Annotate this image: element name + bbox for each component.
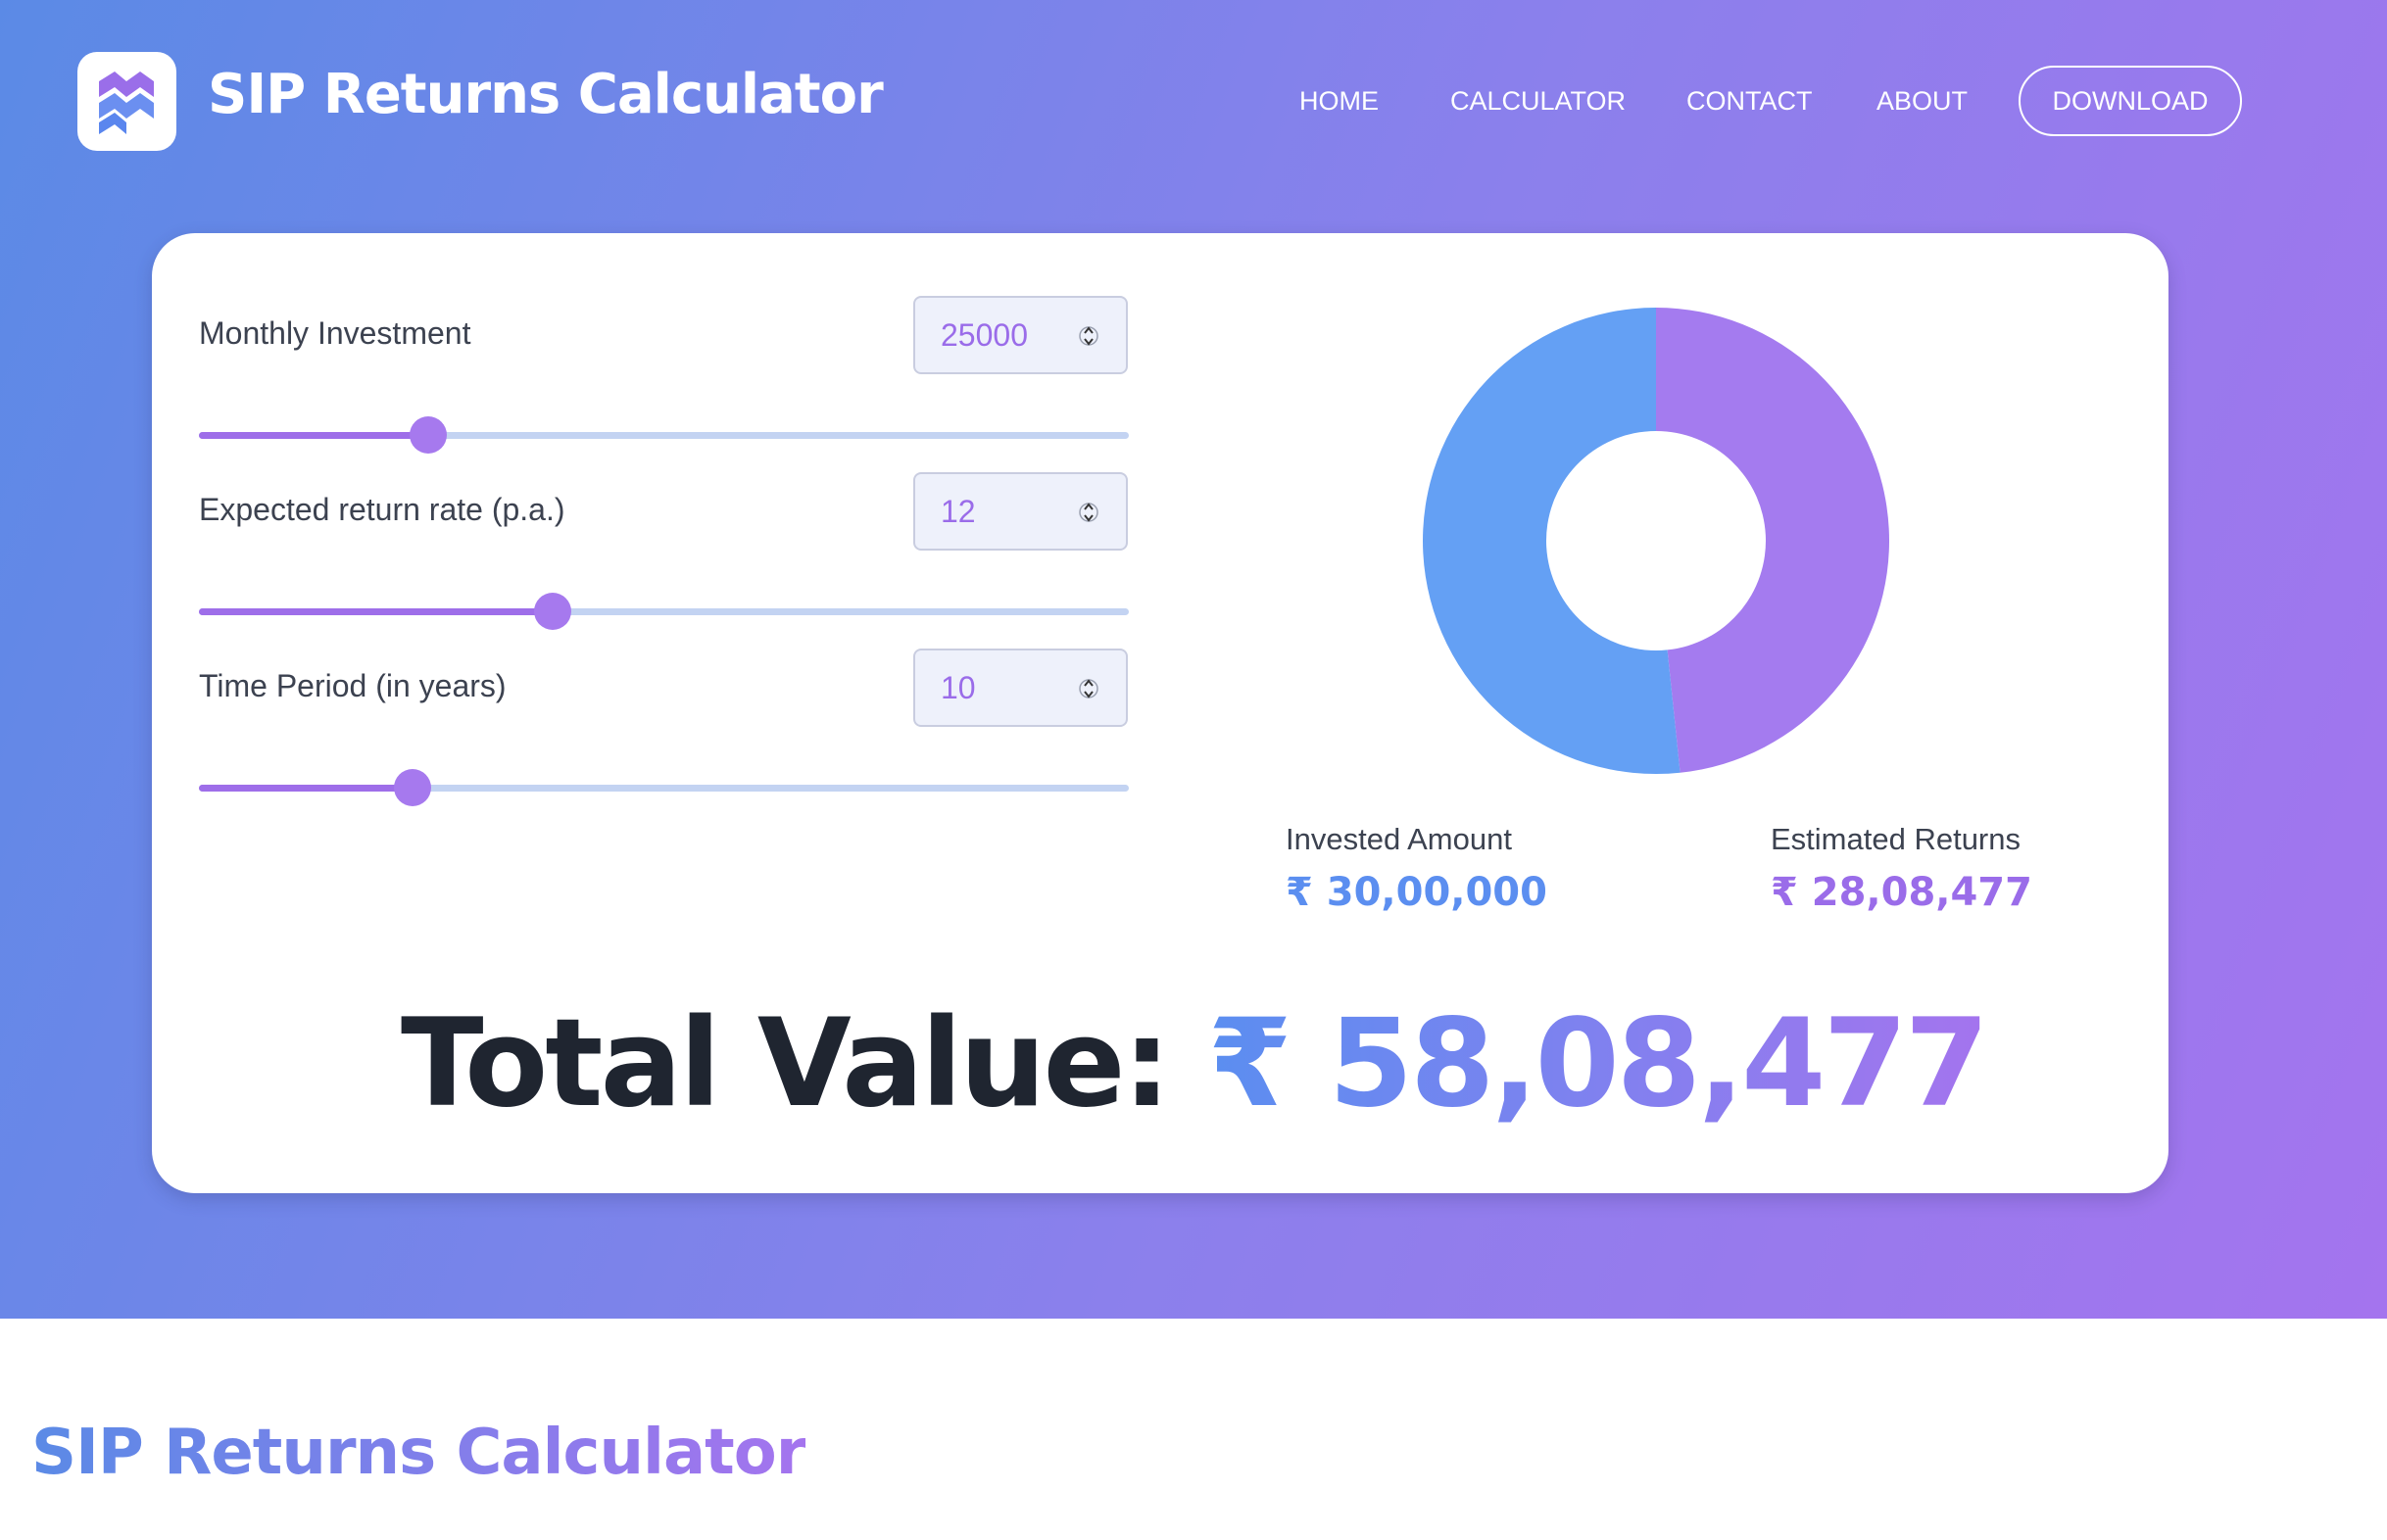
nav-about[interactable]: ABOUT xyxy=(1876,86,1968,117)
nav-contact[interactable]: CONTACT xyxy=(1686,86,1813,117)
logo-icon xyxy=(99,72,154,134)
download-button[interactable]: DOWNLOAD xyxy=(2019,66,2242,136)
section-title: SIP Returns Calculator xyxy=(31,1417,806,1489)
brand-title[interactable]: SIP Returns Calculator xyxy=(208,63,884,126)
donut-slice-estimated-returns xyxy=(1656,308,1889,773)
slider-thumb[interactable] xyxy=(410,416,448,454)
total-value-amount: ₹ 58,08,477 xyxy=(1207,993,1989,1134)
time-period-value: 10 xyxy=(941,670,976,705)
slider-fill xyxy=(199,608,553,615)
invested-amount-value: ₹ 30,00,000 xyxy=(1286,870,1547,915)
slider-thumb[interactable] xyxy=(394,769,432,806)
app-logo[interactable] xyxy=(77,52,176,151)
monthly-investment-slider[interactable] xyxy=(199,416,1129,454)
monthly-investment-label: Monthly Investment xyxy=(199,315,471,351)
total-value: Total Value: ₹ 58,08,477 xyxy=(0,993,2387,1134)
return-rate-input[interactable]: 12 xyxy=(913,472,1128,551)
donut-slice-invested-amount xyxy=(1423,308,1681,774)
nav-home[interactable]: HOME xyxy=(1299,86,1379,117)
donut-chart xyxy=(1423,308,1889,774)
return-rate-label: Expected return rate (p.a.) xyxy=(199,492,565,527)
nav-calculator[interactable]: CALCULATOR xyxy=(1450,86,1626,117)
invested-amount-label: Invested Amount xyxy=(1286,822,1512,856)
spinner-arrows-icon[interactable] xyxy=(1079,496,1098,529)
spinner-arrows-icon[interactable] xyxy=(1079,319,1098,353)
total-value-label: Total Value: xyxy=(400,993,1171,1134)
time-period-input[interactable]: 10 xyxy=(913,649,1128,727)
return-rate-value: 12 xyxy=(941,494,976,529)
slider-thumb[interactable] xyxy=(533,593,571,630)
time-period-slider[interactable] xyxy=(199,769,1129,806)
monthly-investment-value: 25000 xyxy=(941,317,1028,353)
slider-fill xyxy=(199,432,429,439)
hero-banner: SIP Returns Calculator HOME CALCULATOR C… xyxy=(0,0,2387,1319)
return-rate-slider[interactable] xyxy=(199,593,1129,630)
estimated-returns-value: ₹ 28,08,477 xyxy=(1771,870,2032,915)
monthly-investment-input[interactable]: 25000 xyxy=(913,296,1128,374)
estimated-returns-label: Estimated Returns xyxy=(1771,822,2021,856)
slider-fill xyxy=(199,785,414,792)
spinner-arrows-icon[interactable] xyxy=(1079,672,1098,705)
time-period-label: Time Period (in years) xyxy=(199,668,507,703)
